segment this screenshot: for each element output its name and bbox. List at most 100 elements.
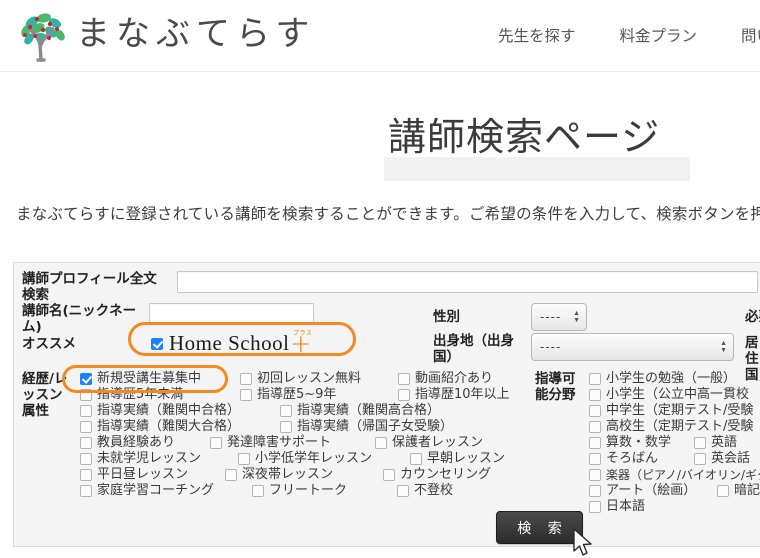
checkbox-has-video[interactable]: [398, 373, 410, 385]
checkbox-preschool-lesson[interactable]: [80, 453, 92, 465]
checkbox-label: カウンセリング: [400, 467, 492, 482]
checkbox-item[interactable]: 新規受講生募集中: [80, 372, 230, 386]
checkbox-item[interactable]: 指導歴5年未満: [80, 388, 230, 402]
checkbox-item[interactable]: フリートーク: [252, 484, 387, 498]
checkbox-exp-5to9[interactable]: [240, 389, 252, 401]
checkbox-label: 楽器（ピアノ/バイオリン/ギター: [606, 468, 760, 482]
checkbox-item[interactable]: 発達障害サポート: [210, 436, 365, 450]
nav-item-pricing[interactable]: 料金プラン: [619, 24, 697, 46]
checkbox-result-univ[interactable]: [80, 421, 92, 433]
checkbox-free-talk[interactable]: [252, 485, 264, 497]
checkbox-futoko[interactable]: [397, 485, 409, 497]
checkbox-label: 家庭学習コーチング: [97, 483, 215, 498]
checkbox-item[interactable]: 平日昼レッスン: [80, 468, 215, 482]
checkbox-item[interactable]: 小学生（公立中高一貫校: [589, 388, 749, 402]
checkbox-item[interactable]: 早朝レッスン: [410, 452, 505, 466]
recommend-home-school-checkbox[interactable]: [151, 337, 163, 350]
birthplace-select[interactable]: ----: [531, 333, 734, 361]
checkbox-math[interactable]: [589, 437, 601, 449]
checkbox-item[interactable]: 指導歴5~9年: [240, 388, 388, 402]
checkbox-english[interactable]: [694, 437, 706, 449]
main-nav: 先生を探す 料金プラン 問い: [454, 24, 760, 46]
checkbox-art[interactable]: [589, 485, 601, 497]
nickname-input[interactable]: [149, 303, 314, 325]
checkbox-item[interactable]: 保護者レッスン: [375, 436, 483, 450]
checkbox-item[interactable]: 楽器（ピアノ/バイオリン/ギター: [589, 468, 760, 482]
checkbox-row: そろばん 英会話: [589, 451, 760, 467]
checkbox-label: 高校生（定期テスト/受験: [606, 419, 754, 434]
checkbox-label: アート（絵画）: [606, 483, 697, 498]
checkbox-elementary-general[interactable]: [589, 373, 601, 385]
checkbox-weekday-noon-lesson[interactable]: [80, 469, 92, 481]
checkbox-english-conversation[interactable]: [694, 453, 706, 465]
checkbox-item[interactable]: 高校生（定期テスト/受験: [589, 420, 753, 434]
checkbox-row: 高校生（定期テスト/受験: [589, 419, 760, 435]
checkbox-counseling[interactable]: [383, 469, 395, 481]
nav-item-find-teacher[interactable]: 先生を探す: [498, 24, 576, 46]
checkbox-early-morning-lesson[interactable]: [410, 453, 422, 465]
checkbox-item[interactable]: 指導歴10年以上: [398, 388, 510, 402]
site-header: まなぶてらす 先生を探す 料金プラン 問い: [0, 0, 760, 72]
nav-item-contact[interactable]: 問い: [741, 24, 760, 46]
checkbox-item[interactable]: 指導実績（難関中合格）: [80, 404, 270, 418]
checkbox-label: 動画紹介あり: [415, 371, 494, 386]
checkbox-item[interactable]: 教員経験あり: [80, 436, 200, 450]
checkbox-item[interactable]: 家庭学習コーチング: [80, 484, 242, 498]
checkbox-item[interactable]: 暗記: [717, 484, 760, 498]
checkbox-item[interactable]: アート（絵画）: [589, 484, 707, 498]
checkbox-teacher-exp[interactable]: [80, 437, 92, 449]
checkbox-guardian-lesson[interactable]: [375, 437, 387, 449]
checkbox-item[interactable]: 小学生の勉強（一般）: [589, 372, 736, 386]
checkbox-item[interactable]: 深夜帯レッスン: [225, 468, 373, 482]
checkbox-junior-high[interactable]: [589, 405, 601, 417]
checkbox-row: 算数・数学 英語: [589, 435, 760, 451]
checkbox-item[interactable]: 中学生（定期テスト/受験: [589, 404, 753, 418]
checkbox-item[interactable]: 英会話: [694, 452, 760, 466]
checkbox-result-returnee[interactable]: [280, 421, 292, 433]
checkbox-lower-elementary-lesson[interactable]: [238, 453, 250, 465]
checkbox-label: 暗記: [734, 483, 760, 498]
checkbox-item[interactable]: 算数・数学: [589, 436, 684, 450]
checkbox-late-night-lesson[interactable]: [225, 469, 237, 481]
attributes-label-line1: 経歴/レ: [22, 371, 68, 387]
gender-select[interactable]: ----: [531, 303, 587, 331]
checkbox-item[interactable]: カウンセリング: [383, 468, 491, 482]
checkbox-result-high[interactable]: [280, 405, 292, 417]
checkbox-exp-under5[interactable]: [80, 389, 92, 401]
checkbox-item[interactable]: 小学低学年レッスン: [238, 452, 400, 466]
checkbox-item[interactable]: 指導実績（難関高合格）: [280, 404, 440, 418]
checkbox-item[interactable]: 日本語: [589, 500, 645, 514]
checkbox-item[interactable]: 動画紹介あり: [398, 372, 493, 386]
checkbox-soroban[interactable]: [589, 453, 601, 465]
checkbox-memorization[interactable]: [717, 485, 729, 497]
checkbox-developmental-support[interactable]: [210, 437, 222, 449]
checkbox-instrument[interactable]: [589, 469, 601, 481]
checkbox-label: 指導実績（難関高合格）: [297, 403, 441, 418]
search-button[interactable]: 検 索: [496, 511, 583, 544]
subjects-label-line1: 指導可: [535, 371, 576, 387]
checkbox-elementary-exam[interactable]: [589, 389, 601, 401]
checkbox-exp-over10[interactable]: [398, 389, 410, 401]
checkbox-item[interactable]: 英語: [694, 436, 760, 450]
gender-field-row: 性別 ---- ▲ ▼: [433, 303, 587, 331]
checkbox-label: 日本語: [606, 499, 646, 514]
checkbox-result-junior[interactable]: [80, 405, 92, 417]
checkbox-japanese[interactable]: [589, 501, 601, 513]
checkbox-label: 小学低学年レッスン: [255, 451, 373, 466]
checkbox-item[interactable]: 指導実績（帰国子女受験）: [280, 420, 453, 434]
checkbox-item[interactable]: 未就学児レッスン: [80, 452, 228, 466]
tree-logo-icon: [21, 13, 65, 62]
checkbox-home-study-coaching[interactable]: [80, 485, 92, 497]
checkbox-new-students[interactable]: [80, 373, 92, 385]
checkbox-label: 中学生（定期テスト/受験: [606, 403, 754, 418]
checkbox-label: 指導実績（難関大合格）: [97, 419, 241, 434]
checkbox-high-school[interactable]: [589, 421, 601, 433]
checkbox-item[interactable]: 初回レッスン無料: [240, 372, 388, 386]
page-description: まなぶてらすに登録されている講師を検索することができます。ご希望の条件を入力して…: [16, 205, 760, 223]
checkbox-item[interactable]: 不登校: [397, 484, 453, 498]
checkbox-first-lesson-free[interactable]: [240, 373, 252, 385]
fulltext-search-input[interactable]: [177, 271, 758, 293]
checkbox-item[interactable]: そろばん: [589, 452, 684, 466]
site-logo[interactable]: まなぶてらす: [14, 8, 315, 64]
checkbox-item[interactable]: 指導実績（難関大合格）: [80, 420, 270, 434]
